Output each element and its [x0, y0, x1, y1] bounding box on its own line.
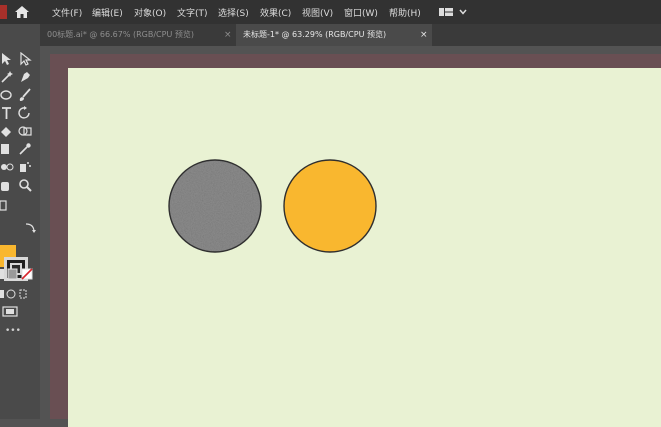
menu-window[interactable]: 窗口(W)	[344, 6, 378, 19]
shape-builder-tool-icon[interactable]	[18, 124, 32, 138]
rotate-tool-icon[interactable]	[18, 106, 32, 120]
blend-tool-icon[interactable]	[0, 160, 14, 174]
home-icon[interactable]	[15, 6, 29, 18]
tab-close-icon[interactable]: ×	[224, 24, 232, 46]
orange-circle[interactable]	[283, 159, 377, 253]
pen-tool-icon[interactable]	[18, 70, 32, 84]
more-tools-button[interactable]: •••	[5, 326, 21, 336]
menu-bar: 文件(F) 编辑(E) 对象(O) 文字(T) 选择(S) 效果(C) 视图(V…	[0, 0, 661, 24]
tab-document-2[interactable]: 未标题-1* @ 63.29% (RGB/CPU 预览) ×	[236, 24, 432, 46]
menu-view[interactable]: 视图(V)	[302, 6, 333, 19]
app-logo	[0, 5, 7, 19]
color-mode-buttons[interactable]	[0, 268, 34, 280]
paintbrush-tool-icon[interactable]	[18, 88, 32, 102]
document-tab-bar: 00标题.ai* @ 66.67% (RGB/CPU 预览) × 未标题-1* …	[40, 24, 661, 46]
swap-fill-stroke-icon[interactable]	[23, 221, 37, 235]
eraser-tool-icon[interactable]	[0, 124, 14, 138]
direct-selection-tool-icon[interactable]	[18, 52, 32, 66]
artwork-layer	[168, 159, 377, 253]
selection-tool-icon[interactable]	[0, 52, 14, 66]
drawing-mode-buttons[interactable]	[0, 288, 34, 300]
ellipse-tool-icon[interactable]	[0, 88, 14, 102]
menu-file[interactable]: 文件(F)	[52, 6, 82, 19]
magic-wand-tool-icon[interactable]	[0, 70, 14, 84]
zoom-tool-icon[interactable]	[18, 178, 32, 192]
symbol-sprayer-tool-icon[interactable]	[18, 160, 32, 174]
screen-mode-icon[interactable]	[2, 306, 22, 318]
tab-close-icon[interactable]: ×	[420, 24, 428, 46]
menu-object[interactable]: 对象(O)	[134, 6, 166, 19]
menu-effect[interactable]: 效果(C)	[260, 6, 291, 19]
menu-help[interactable]: 帮助(H)	[389, 6, 421, 19]
canvas-area[interactable]	[40, 46, 661, 427]
workspace-switcher-icon[interactable]	[438, 6, 472, 18]
tab-document-1[interactable]: 00标题.ai* @ 66.67% (RGB/CPU 预览) ×	[40, 24, 234, 46]
artboard-tool-icon[interactable]	[0, 198, 14, 212]
artboard-frame	[50, 54, 661, 427]
tab-label: 未标题-1* @ 63.29% (RGB/CPU 预览)	[243, 30, 387, 39]
tools-panel: •••	[0, 24, 40, 419]
menu-select[interactable]: 选择(S)	[218, 6, 249, 19]
menu-type[interactable]: 文字(T)	[177, 6, 208, 19]
hand-tool-icon[interactable]	[0, 178, 14, 192]
artboard[interactable]	[68, 68, 661, 427]
gradient-tool-icon[interactable]	[0, 142, 14, 156]
tab-label: 00标题.ai* @ 66.67% (RGB/CPU 预览)	[47, 30, 194, 39]
eyedropper-tool-icon[interactable]	[18, 142, 32, 156]
type-tool-icon[interactable]	[0, 106, 14, 120]
menu-edit[interactable]: 编辑(E)	[92, 6, 123, 19]
